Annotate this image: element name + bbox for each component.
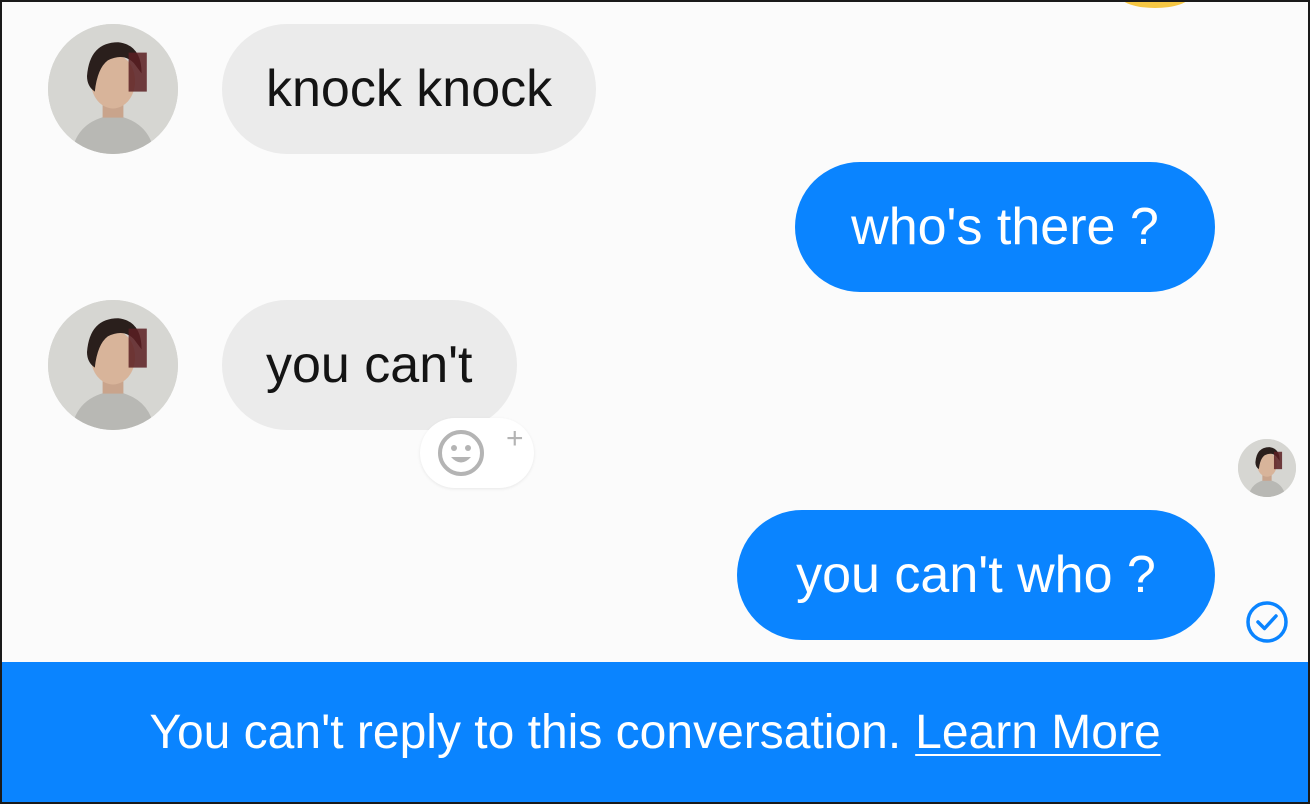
sender-avatar[interactable]: [48, 24, 178, 154]
message-text: who's there ?: [851, 198, 1159, 256]
emoji-sticker-partial: [1120, 2, 1190, 8]
add-reaction-button[interactable]: +: [420, 418, 534, 488]
incoming-message-bubble[interactable]: knock knock: [222, 24, 597, 154]
outgoing-message-bubble[interactable]: you can't who ?: [737, 510, 1215, 640]
message-thread[interactable]: knock knock who's there ? you can't + yo…: [2, 2, 1308, 662]
message-text: you can't: [266, 336, 473, 394]
outgoing-message-bubble[interactable]: who's there ?: [795, 162, 1215, 292]
message-text: you can't who ?: [796, 546, 1156, 604]
cannot-reply-notice-bar: You can't reply to this conversation. Le…: [2, 662, 1308, 802]
messenger-conversation-screen: knock knock who's there ? you can't + yo…: [0, 0, 1310, 804]
sender-avatar-image: [48, 300, 178, 430]
check-circle-icon: [1246, 601, 1288, 643]
incoming-message-bubble[interactable]: you can't: [222, 300, 517, 430]
seen-avatar-image: [1238, 439, 1296, 497]
plus-icon: +: [506, 422, 524, 455]
message-text: knock knock: [266, 60, 553, 118]
sender-avatar-image: [48, 24, 178, 154]
learn-more-link[interactable]: Learn More: [915, 705, 1160, 760]
notice-text: You can't reply to this conversation.: [149, 705, 902, 759]
sender-avatar[interactable]: [48, 300, 178, 430]
seen-avatar: [1238, 439, 1296, 497]
smiley-add-icon: [438, 430, 484, 476]
